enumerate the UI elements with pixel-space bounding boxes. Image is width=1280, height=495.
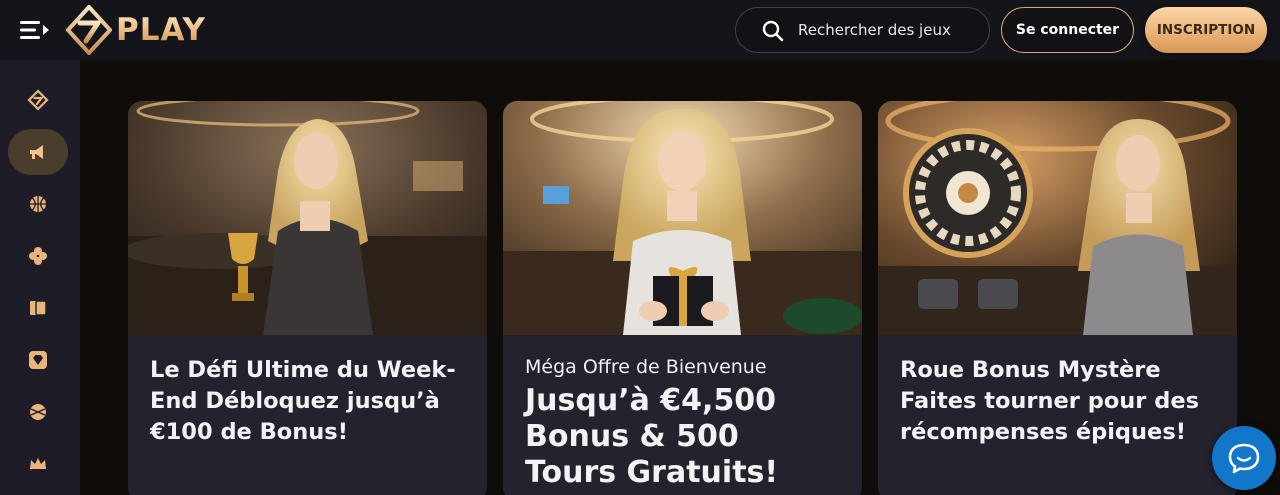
promo-title-wheel: Roue Bonus Mystère Faites tourner pour d… (900, 357, 1199, 445)
promo-title-weekend: Le Défi Ultime du Week-End Débloquez jus… (150, 357, 456, 445)
logo-mark-icon (66, 5, 112, 55)
home-icon (27, 89, 49, 111)
clover-icon (29, 247, 47, 265)
promo-card-weekend[interactable]: Le Défi Ultime du Week-End Débloquez jus… (128, 101, 487, 495)
chat-icon (1228, 443, 1260, 474)
search-icon (762, 20, 784, 42)
megaphone-icon (30, 145, 43, 159)
sidebar-nav (0, 60, 80, 495)
cards-icon (30, 300, 47, 316)
search-bar[interactable]: Rechercher des jeux (735, 7, 990, 53)
site-logo[interactable]: PLAY (66, 5, 206, 55)
basketball-icon (30, 196, 46, 212)
sidebar-item-sports[interactable] (8, 389, 68, 435)
promo-card-welcome[interactable]: Méga Offre de Bienvenue Jusqu’à €4,500 B… (503, 101, 862, 495)
promo-title-welcome: Jusqu’à €4,500 Bonus & 500 Tours Gratuit… (525, 383, 779, 490)
signup-button[interactable]: INSCRIPTION (1145, 7, 1267, 53)
promo-subtitle-welcome: Méga Offre de Bienvenue (525, 356, 767, 378)
crown-icon (30, 458, 46, 469)
diamond-icon (29, 351, 47, 369)
sidebar-item-home[interactable] (8, 77, 68, 123)
sidebar-item-casino[interactable] (8, 233, 68, 279)
promo-image-weekend (128, 101, 487, 335)
promotions-area: Le Défi Ultime du Week-End Débloquez jus… (80, 60, 1280, 495)
sport-ball-icon (30, 404, 46, 420)
promo-card-wheel[interactable]: Roue Bonus Mystère Faites tourner pour d… (878, 101, 1237, 495)
sidebar-item-cards[interactable] (8, 285, 68, 331)
promo-image-welcome (503, 101, 862, 335)
sidebar-item-royal[interactable] (8, 441, 68, 487)
login-button[interactable]: Se connecter (1001, 7, 1134, 53)
top-header: PLAY Rechercher des jeux Se connecter IN… (0, 0, 1280, 60)
promo-body-welcome: Méga Offre de Bienvenue Jusqu’à €4,500 B… (503, 335, 862, 495)
promo-body-wheel: Roue Bonus Mystère Faites tourner pour d… (878, 335, 1237, 495)
live-chat-button[interactable] (1212, 426, 1276, 490)
sidebar-item-vip[interactable] (8, 337, 68, 383)
promo-image-wheel (878, 101, 1237, 335)
sidebar-item-basketball[interactable] (8, 181, 68, 227)
promo-body-weekend: Le Défi Ultime du Week-End Débloquez jus… (128, 335, 487, 495)
search-placeholder: Rechercher des jeux (798, 21, 951, 39)
sidebar-item-promotions[interactable] (8, 129, 68, 175)
menu-toggle-icon[interactable] (18, 16, 52, 44)
logo-text: PLAY (116, 12, 206, 48)
